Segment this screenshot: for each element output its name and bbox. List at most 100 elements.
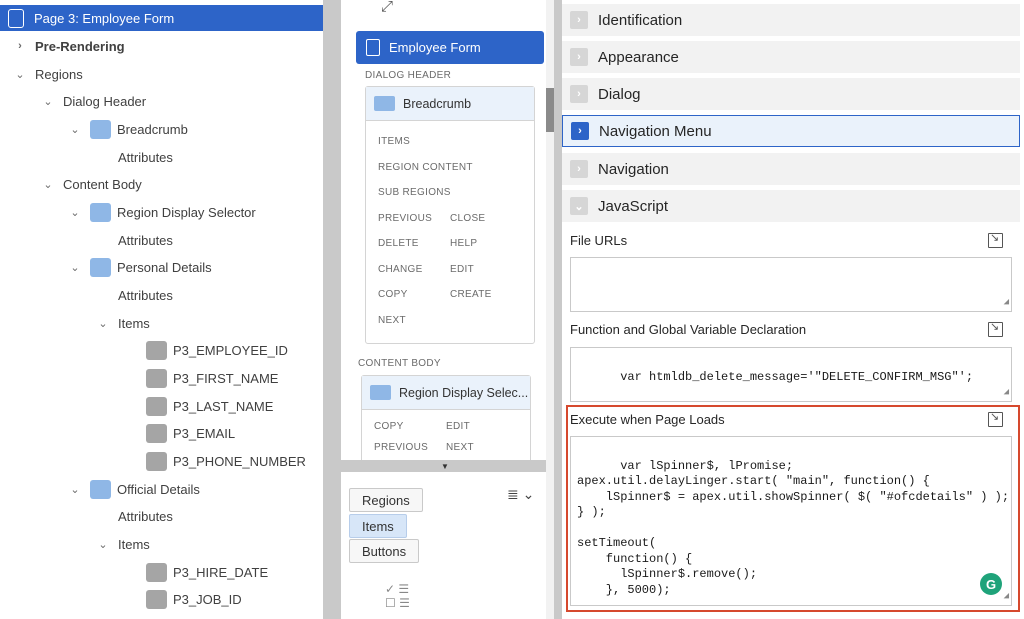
drop-zone-copy[interactable]: COPY: [378, 289, 408, 300]
text-field-icon: [146, 396, 167, 416]
breadcrumb-card[interactable]: Breadcrumb ITEMS REGION CONTENT SUB REGI…: [365, 86, 535, 344]
splitter-mid-right[interactable]: [554, 0, 562, 619]
expand-editor-icon[interactable]: [988, 410, 1003, 427]
drop-zone-items[interactable]: ITEMS: [378, 136, 410, 147]
drop-zone-create[interactable]: CREATE: [450, 289, 492, 300]
chevron-down-icon[interactable]: ⌄: [68, 122, 82, 136]
drop-zone-edit[interactable]: EDIT: [450, 264, 474, 275]
chevron-down-icon[interactable]: ⌄: [96, 316, 110, 330]
chevron-down-icon[interactable]: ⌄: [13, 67, 27, 81]
tree-node-region-display-selector[interactable]: ⌄ Region Display Selector: [0, 199, 256, 225]
breadcrumb-icon: [374, 96, 395, 111]
drop-zone-next[interactable]: NEXT: [446, 442, 474, 453]
function-declaration-value: var htmldb_delete_message='"DELETE_CONFI…: [620, 369, 974, 384]
chevron-down-icon[interactable]: ⌄: [68, 260, 82, 274]
group-navigation-menu[interactable]: › Navigation Menu: [562, 115, 1020, 147]
tree-node-personal-details[interactable]: ⌄ Personal Details: [0, 254, 212, 280]
splitter-mid-left[interactable]: [333, 0, 341, 619]
layout-scrollbar[interactable]: [546, 0, 554, 460]
tree-node-attributes[interactable]: Attributes: [0, 144, 173, 170]
layout-page-header[interactable]: Employee Form: [356, 31, 544, 64]
breadcrumb-icon: [90, 119, 111, 139]
group-title: Navigation Menu: [599, 122, 712, 140]
drop-zone-copy[interactable]: COPY: [374, 421, 404, 432]
tree-node-p3-employee-id[interactable]: P3_EMPLOYEE_ID: [0, 337, 288, 363]
region-card-header[interactable]: Region Display Selec...: [362, 376, 530, 410]
collapse-down-icon[interactable]: ▼: [441, 462, 449, 471]
drop-zone-close[interactable]: CLOSE: [450, 213, 485, 224]
tree-node-p3-email[interactable]: P3_EMAIL: [0, 420, 235, 446]
resize-grip-icon[interactable]: ◢: [1004, 589, 1009, 605]
breadcrumb-card-header[interactable]: Breadcrumb: [366, 87, 534, 121]
chevron-right-icon[interactable]: ›: [13, 39, 27, 53]
chevron-right-icon[interactable]: ›: [570, 11, 588, 29]
hidden-item-icon: [146, 340, 167, 360]
tree-node-pre-rendering[interactable]: › Pre-Rendering: [0, 33, 125, 59]
tree-node-p3-hire-date[interactable]: P3_HIRE_DATE: [0, 559, 268, 585]
file-urls-field[interactable]: ◢: [570, 257, 1012, 312]
splitter-left[interactable]: [323, 0, 333, 619]
chevron-right-icon[interactable]: ›: [570, 48, 588, 66]
gallery-tab-regions[interactable]: Regions: [349, 488, 423, 512]
gallery-tab-buttons[interactable]: Buttons: [349, 539, 420, 563]
drop-zone-previous[interactable]: PREVIOUS: [374, 442, 428, 453]
tree-node-breadcrumb[interactable]: ⌄ Breadcrumb: [0, 116, 188, 142]
gallery-panel: Regions Items Buttons ≣ ⌄ ✓ ☰ ☐ ☰: [341, 472, 546, 619]
drop-zone-edit[interactable]: EDIT: [446, 421, 470, 432]
breadcrumb-card-title: Breadcrumb: [403, 96, 472, 111]
drop-zone-change[interactable]: CHANGE: [378, 264, 423, 275]
tree-node-p3-phone-number[interactable]: P3_PHONE_NUMBER: [0, 448, 306, 474]
region-display-selector-icon: [370, 385, 391, 400]
tree-node-p3-last-name[interactable]: P3_LAST_NAME: [0, 393, 273, 419]
group-appearance[interactable]: › Appearance: [562, 41, 1020, 73]
drop-zone-region-content[interactable]: REGION CONTENT: [378, 162, 473, 173]
group-javascript[interactable]: ⌄ JavaScript: [562, 190, 1020, 222]
chevron-down-icon[interactable]: ⌄: [41, 177, 55, 191]
chevron-down-icon[interactable]: ⌄: [570, 197, 588, 215]
tree-node-p3-job-id[interactable]: P3_JOB_ID: [0, 586, 242, 612]
resize-grip-icon[interactable]: ◢: [1004, 295, 1009, 311]
group-dialog[interactable]: › Dialog: [562, 78, 1020, 110]
chevron-right-icon[interactable]: ›: [570, 85, 588, 103]
drop-zone-sub-regions[interactable]: SUB REGIONS: [378, 187, 451, 198]
tree-node-regions[interactable]: ⌄ Regions: [0, 61, 82, 87]
gallery-scrollbar-thumb[interactable]: [546, 102, 554, 132]
chevron-down-icon[interactable]: ⌄: [68, 482, 82, 496]
tree-node-items[interactable]: ⌄ Items: [0, 531, 149, 557]
dialog-header-label: DIALOG HEADER: [365, 70, 452, 81]
tree-node-items[interactable]: ⌄ Items: [0, 310, 149, 336]
group-identification[interactable]: › Identification: [562, 4, 1020, 36]
grammarly-icon[interactable]: G: [980, 573, 1002, 595]
tree-node-official-details[interactable]: ⌄ Official Details: [0, 476, 200, 502]
gallery-menu-icon[interactable]: ≣ ⌄: [507, 486, 534, 503]
tree-node-p3-first-name[interactable]: P3_FIRST_NAME: [0, 365, 278, 391]
drop-zone-help[interactable]: HELP: [450, 238, 477, 249]
tree-node-label: P3_FIRST_NAME: [173, 370, 279, 386]
resize-grip-icon[interactable]: ◢: [1004, 385, 1009, 401]
tree-node-dialog-header[interactable]: ⌄ Dialog Header: [0, 88, 146, 114]
drop-zone-previous[interactable]: PREVIOUS: [378, 213, 432, 224]
function-declaration-field[interactable]: var htmldb_delete_message='"DELETE_CONFI…: [570, 347, 1012, 402]
chevron-right-icon[interactable]: ›: [571, 122, 589, 140]
expand-icon[interactable]: ⤢: [381, 0, 393, 15]
group-navigation[interactable]: › Navigation: [562, 153, 1020, 185]
tree-node-attributes[interactable]: Attributes: [0, 282, 173, 308]
drop-zone-delete[interactable]: DELETE: [378, 238, 419, 249]
tree-node-content-body[interactable]: ⌄ Content Body: [0, 171, 141, 197]
checkbox-item-icon[interactable]: ✓ ☰ ☐ ☰: [385, 582, 410, 610]
drop-zone-next[interactable]: NEXT: [378, 315, 406, 326]
expand-editor-icon[interactable]: [988, 231, 1003, 248]
chevron-down-icon[interactable]: ⌄: [96, 537, 110, 551]
chevron-right-icon[interactable]: ›: [570, 160, 588, 178]
gallery-splitter[interactable]: ▼: [341, 460, 546, 472]
tree-node-page-3[interactable]: Page 3: Employee Form: [0, 5, 323, 31]
gallery-tab-items[interactable]: Items: [349, 514, 407, 538]
tree-node-attributes[interactable]: Attributes: [0, 227, 173, 253]
expand-editor-icon[interactable]: [988, 320, 1003, 337]
execute-on-load-field[interactable]: var lSpinner$, lPromise; apex.util.delay…: [570, 436, 1012, 606]
group-title: Navigation: [598, 160, 669, 178]
chevron-down-icon[interactable]: ⌄: [41, 94, 55, 108]
tree-node-attributes[interactable]: Attributes: [0, 503, 173, 529]
tree-node-label: Pre-Rendering: [35, 38, 125, 54]
chevron-down-icon[interactable]: ⌄: [68, 205, 82, 219]
